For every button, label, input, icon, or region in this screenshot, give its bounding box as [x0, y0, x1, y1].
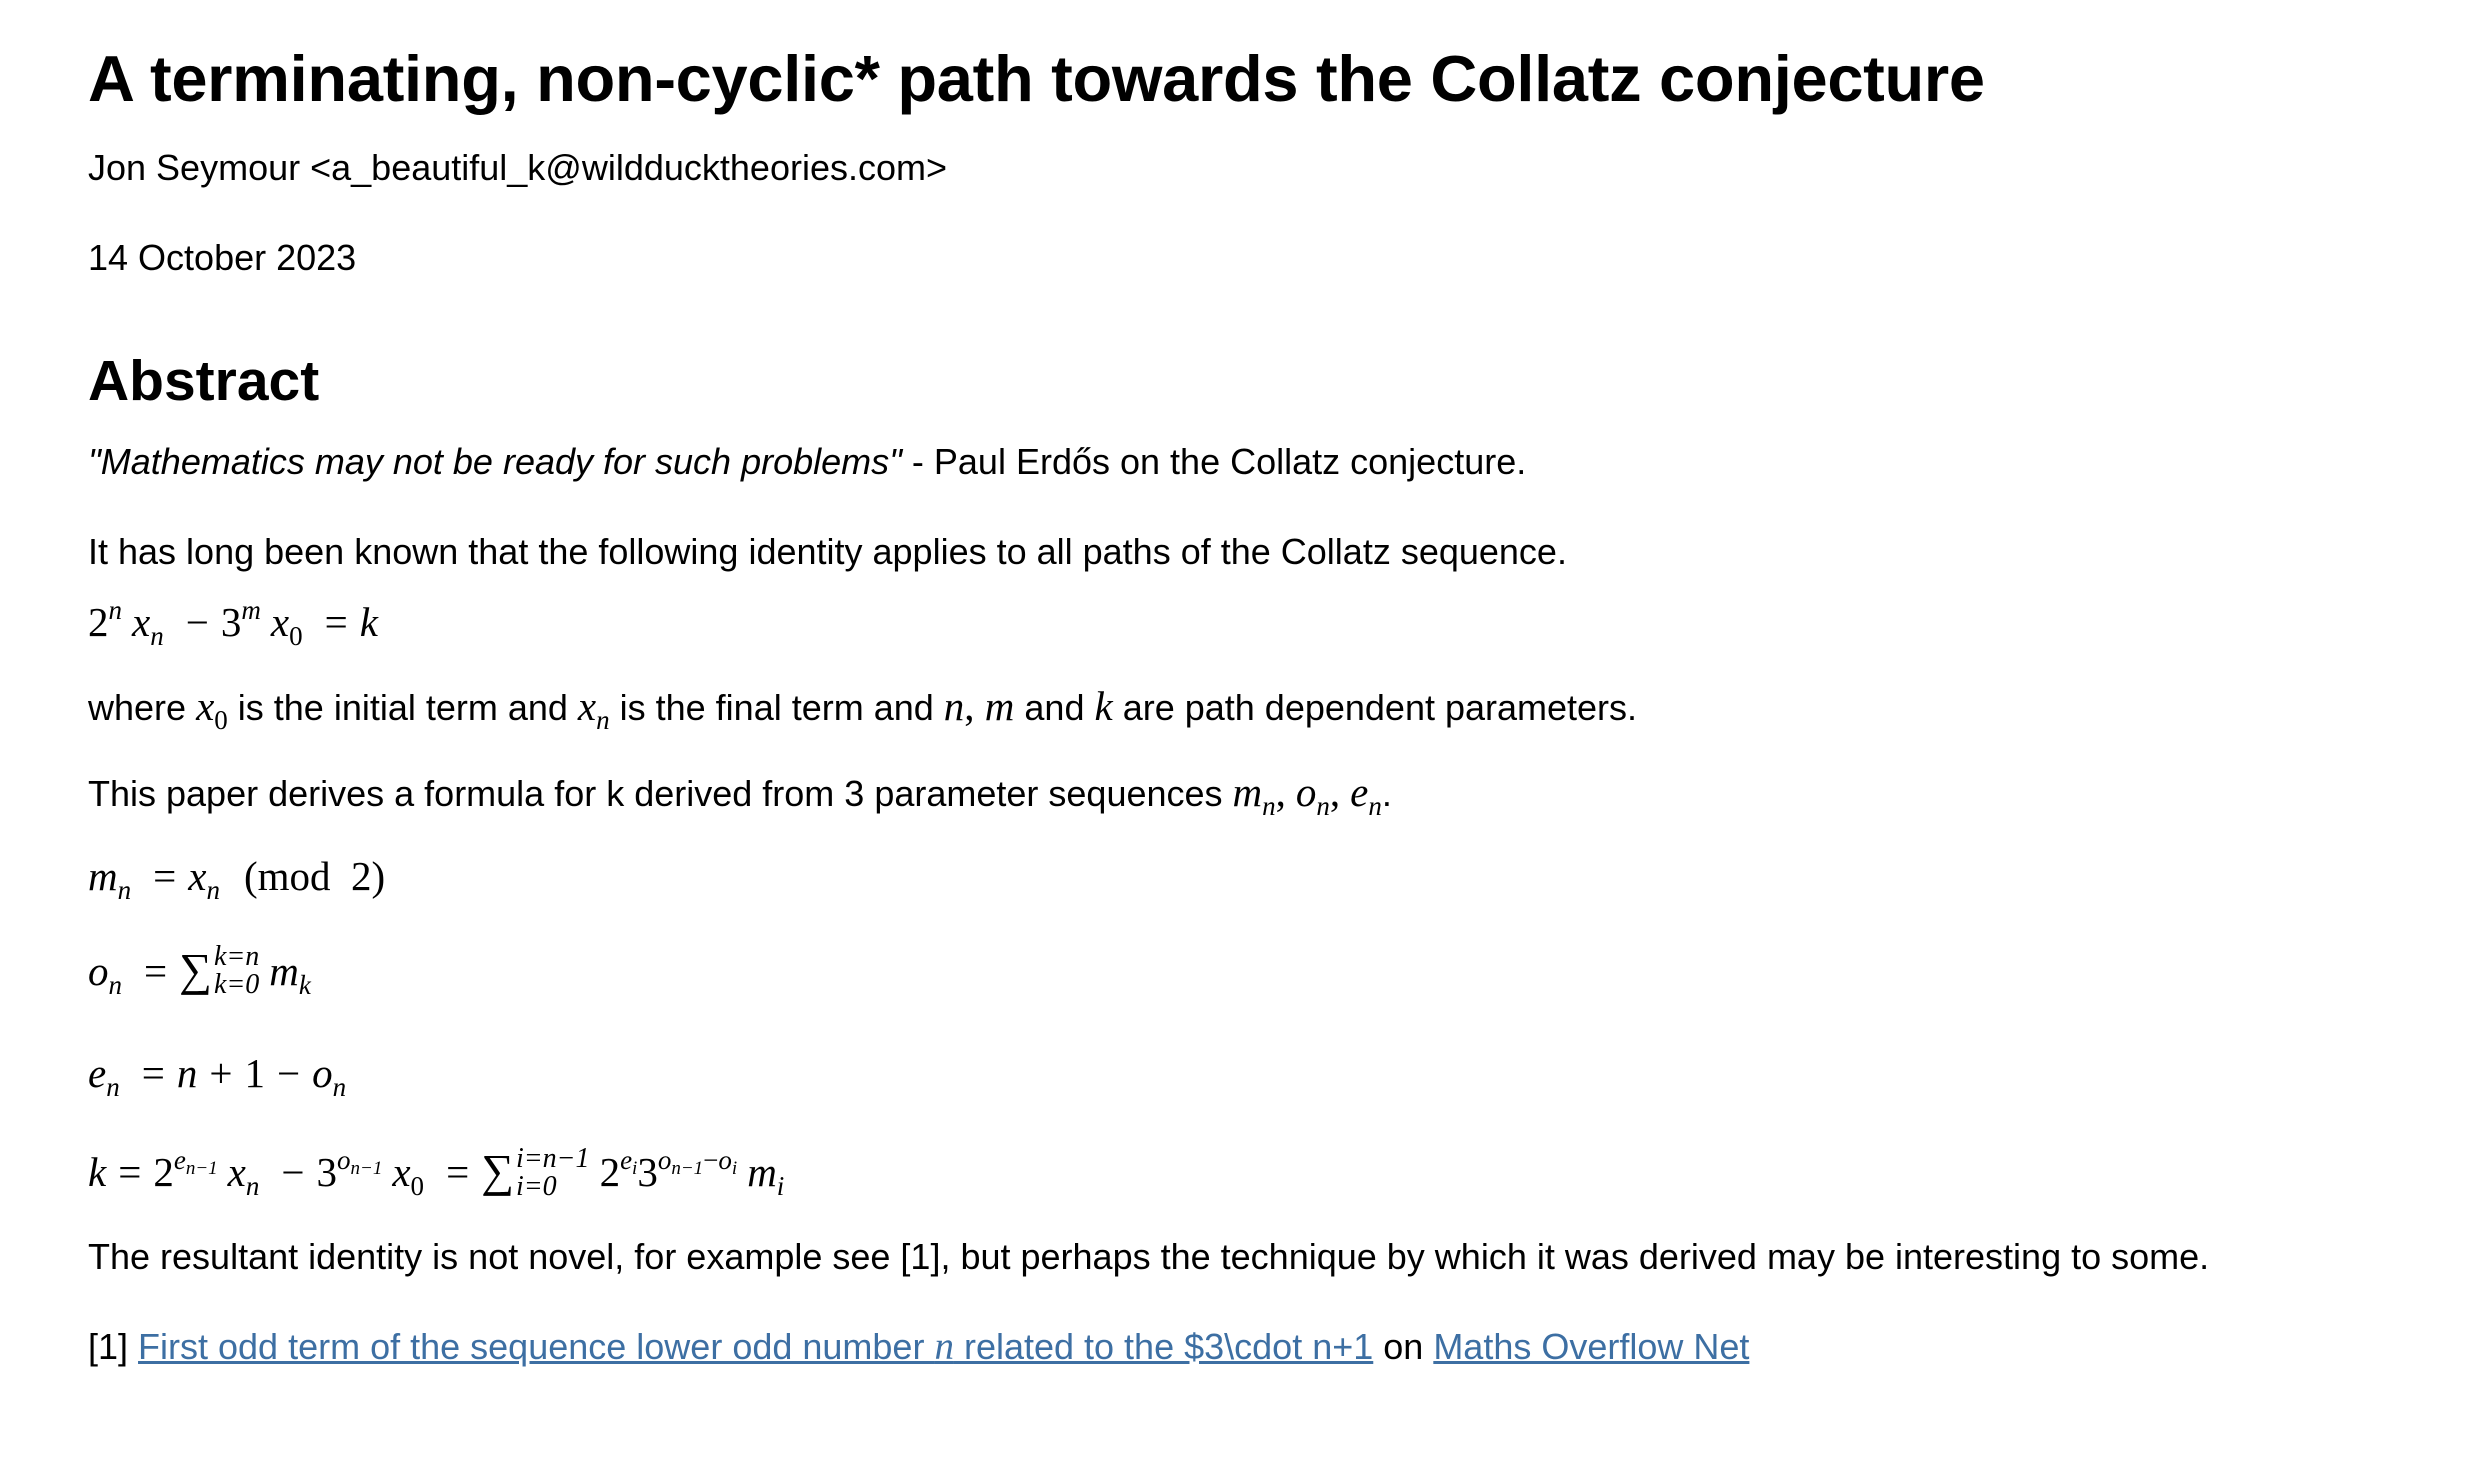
en-equation: en = n +1− on: [88, 1050, 347, 1103]
summation-symbol-k: ∑: [481, 1145, 514, 1197]
summation-limits-k: i=n−1 i=0: [515, 1142, 590, 1202]
quote-paragraph: "Mathematics may not be ready for such p…: [88, 440, 2472, 484]
document-title: A terminating, non-cyclic* path towards …: [88, 42, 1985, 115]
on-equation: on = ∑ k=n k=0 mk: [88, 941, 311, 1001]
mn-equation: mn = xn (mod 2): [88, 853, 386, 905]
reference-paragraph: [1] First odd term of the sequence lower…: [88, 1325, 2472, 1369]
reference-marker: [1]: [88, 1325, 139, 1367]
where-paragraph: where x0 is the initial term and xn is t…: [88, 683, 1638, 735]
summation-symbol: ∑: [179, 944, 212, 995]
quote-attribution: - Paul Erdős on the Collatz conjecture.: [901, 441, 1527, 482]
resultant-paragraph: The resultant identity is not novel, for…: [88, 1235, 2210, 1277]
reference-title-link[interactable]: First odd term of the sequence lower odd…: [138, 1325, 1373, 1368]
intro-paragraph: It has long been known that the followin…: [88, 531, 1567, 572]
document-page: A terminating, non-cyclic* path towards …: [0, 0, 2472, 1474]
erdos-quote: "Mathematics may not be ready for such p…: [88, 441, 902, 482]
collatz-identity-equation: 2n xn −3m x0 = k: [88, 595, 378, 651]
reference-on-text: on: [1373, 1325, 1434, 1367]
abstract-heading: Abstract: [88, 349, 320, 413]
maths-overflow-link[interactable]: Maths Overflow Net: [1433, 1326, 1749, 1367]
document-date: 14 October 2023: [88, 237, 357, 278]
document-author: Jon Seymour <a_beautiful_k@wildducktheor…: [88, 147, 948, 188]
k-formula-equation: k = 2en−1 xn −3on−1 x0 = ∑ i=n−1 i=0 2ei3on−1−…: [88, 1142, 785, 1202]
derives-paragraph: This paper derives a formula for k deriv…: [88, 769, 1392, 821]
summation-limits: k=n k=0: [213, 941, 260, 1001]
